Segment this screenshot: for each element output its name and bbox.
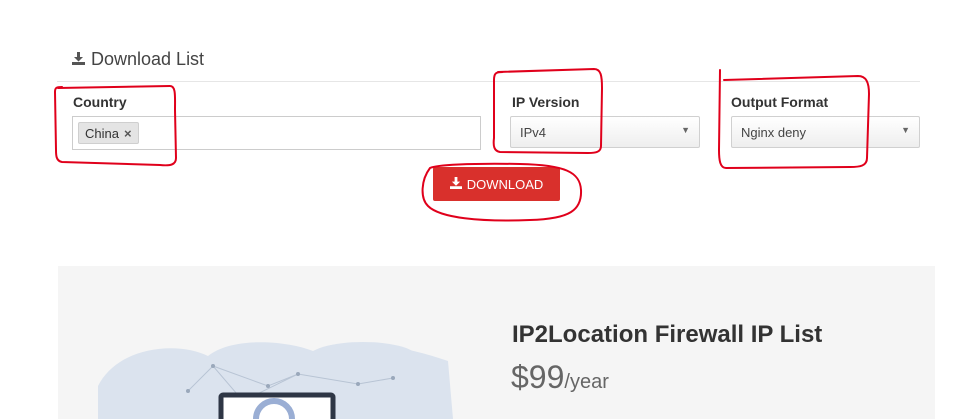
download-icon: [72, 49, 85, 70]
country-tag-label: China: [85, 125, 119, 141]
section-title: Download List: [72, 49, 204, 70]
product-title: IP2Location Firewall IP List: [512, 321, 823, 348]
price-period: /year: [564, 371, 609, 393]
ip-version-value: IPv4: [520, 124, 547, 140]
country-label: Country: [73, 94, 127, 110]
download-button[interactable]: DOWNLOAD: [433, 167, 560, 201]
section-divider: [57, 81, 920, 82]
ip-version-label: IP Version: [512, 94, 580, 110]
download-icon: [449, 176, 462, 192]
output-format-label: Output Format: [731, 94, 829, 110]
world-map-illustration: [98, 342, 453, 419]
country-tag-input[interactable]: China ×: [72, 116, 481, 150]
download-button-label: DOWNLOAD: [466, 176, 544, 192]
price-amount: $99: [511, 359, 565, 395]
product-panel: IP2Location Firewall IP List $99/year: [58, 266, 935, 419]
dropdown-arrow-icon: ▼: [681, 125, 690, 135]
ip-version-select[interactable]: IPv4 ▼: [510, 116, 700, 148]
output-format-select[interactable]: Nginx deny ▼: [731, 116, 920, 148]
section-title-text: Download List: [91, 49, 205, 69]
remove-tag-icon[interactable]: ×: [124, 126, 132, 141]
dropdown-arrow-icon: ▼: [901, 125, 910, 135]
product-price: $99/year: [511, 359, 609, 396]
output-format-value: Nginx deny: [741, 124, 807, 140]
country-tag-china: China ×: [78, 122, 139, 144]
